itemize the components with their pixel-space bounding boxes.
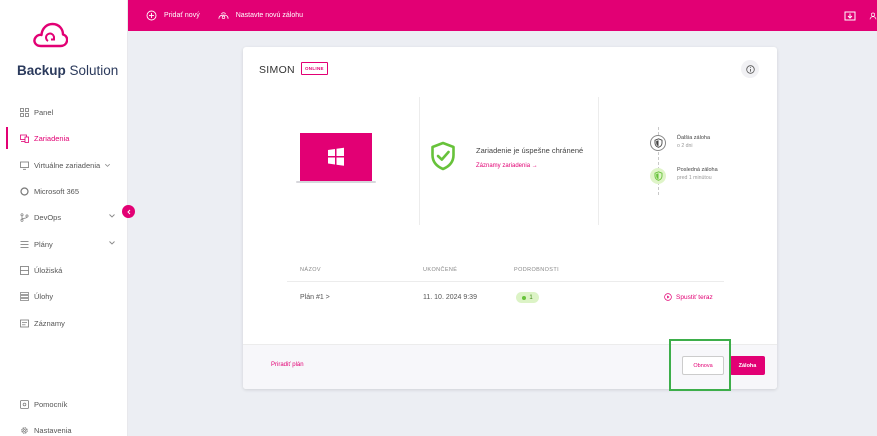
run-now-label: Spustiť teraz: [676, 293, 713, 301]
add-new-label: Pridať nový: [164, 12, 200, 19]
column-header-finished: UKONČENÉ: [423, 267, 458, 273]
sidebar-item-label: Plány: [34, 239, 53, 249]
sidebar-item-label: Úložiská: [34, 265, 63, 275]
next-backup-title: Ďalšia záloha: [677, 135, 711, 141]
sidebar-item-panel[interactable]: Panel: [0, 104, 128, 120]
plan-name-link[interactable]: Plán #1 >: [300, 294, 330, 301]
grid-icon: [20, 107, 29, 117]
help-icon: [20, 399, 29, 409]
sidebar-item-settings[interactable]: Nastavenia: [0, 422, 128, 436]
plan-finished-date: 11. 10. 2024 9:39: [423, 294, 477, 301]
card-footer: Priradiť plán Obnova Záloha: [243, 344, 777, 389]
column-header-name: NÁZOV: [300, 267, 321, 273]
device-records-link[interactable]: Záznamy zariadenia →: [476, 163, 538, 169]
windows-laptop-icon: [296, 133, 376, 183]
import-icon[interactable]: [843, 9, 857, 23]
records-icon: [20, 319, 29, 328]
branch-icon: [20, 212, 29, 222]
chevron-down-icon[interactable]: [104, 162, 111, 169]
sidebar-item-label: Záznamy: [34, 318, 65, 328]
sidebar-item-label: DevOps: [34, 212, 62, 222]
sidebar-item-virtual-devices[interactable]: Virtuálne zariadenia: [0, 157, 128, 173]
sidebar-item-plany[interactable]: Plány: [0, 236, 128, 252]
success-dot-icon: [522, 295, 527, 300]
success-count-badge: 1: [516, 292, 539, 303]
device-name: SIMON: [259, 64, 295, 76]
sidebar-item-help[interactable]: Pomocník: [0, 396, 128, 412]
backup-button[interactable]: Záloha: [730, 356, 765, 375]
info-icon[interactable]: [741, 60, 759, 78]
last-backup-title: Posledná záloha: [677, 167, 718, 173]
sidebar-item-devops[interactable]: DevOps: [0, 209, 128, 225]
chevron-left-icon: [126, 209, 130, 214]
storage-icon: [20, 265, 29, 275]
sidebar-collapse-button[interactable]: [122, 205, 135, 218]
chevron-down-icon[interactable]: [108, 239, 116, 247]
sidebar-item-label: Virtuálne zariadenia: [34, 160, 101, 170]
divider: [598, 97, 599, 225]
sidebar-item-label: Panel: [34, 107, 54, 117]
setup-backup-button[interactable]: Nastavte novú zálohu: [218, 10, 303, 21]
sidebar-item-label: Nastavenia: [34, 425, 72, 435]
sidebar-item-label: Pomocník: [34, 399, 68, 409]
microsoft-icon: [20, 186, 29, 196]
sidebar-item-label: Microsoft 365: [34, 186, 80, 196]
column-header-details: PODROBNOSTI: [514, 267, 560, 273]
gear-icon: [20, 426, 29, 435]
next-backup-shield-icon: [650, 135, 666, 151]
setup-backup-label: Nastavte novú zálohu: [235, 12, 304, 19]
devices-icon: [20, 134, 29, 143]
protection-status-text: Zariadenie je úspešne chránené: [476, 146, 584, 155]
success-count: 1: [529, 294, 533, 301]
last-backup-time: pred 1 minútou: [677, 175, 712, 181]
list-icon: [20, 240, 29, 249]
sidebar-item-storage[interactable]: Úložiská: [0, 262, 128, 278]
brand-name: Backup Solution: [17, 63, 119, 78]
plus-circle-icon: [146, 10, 157, 21]
restore-button[interactable]: Obnova: [682, 356, 724, 375]
sidebar: Backup Solution Panel Zariadenia Virtuál…: [0, 0, 128, 436]
divider: [419, 97, 420, 225]
add-new-button[interactable]: Pridať nový: [146, 10, 200, 21]
run-now-button[interactable]: Spustiť teraz: [664, 293, 713, 301]
assign-plan-link[interactable]: Priradiť plán: [271, 362, 304, 368]
shield-check-icon: [431, 141, 455, 171]
top-bar: Pridať nový Nastavte novú zálohu: [128, 0, 877, 31]
sidebar-item-tasks[interactable]: Úlohy: [0, 288, 128, 304]
sidebar-item-label: Zariadenia: [34, 133, 70, 143]
play-circle-icon: [664, 293, 672, 301]
device-card: SIMON ONLINE Zariadenie je úspešne chrán…: [243, 47, 777, 389]
sidebar-item-label: Úlohy: [34, 291, 54, 301]
chevron-down-icon[interactable]: [108, 212, 116, 220]
monitor-icon: [20, 161, 29, 170]
status-badge: ONLINE: [301, 62, 328, 75]
tasks-icon: [20, 291, 29, 301]
cloud-logo-icon: [33, 22, 68, 48]
user-icon[interactable]: [869, 9, 877, 23]
sidebar-item-records[interactable]: Záznamy: [0, 315, 128, 331]
table-divider: [287, 281, 724, 282]
wizard-icon: [218, 10, 229, 21]
sidebar-item-microsoft-365[interactable]: Microsoft 365: [0, 183, 128, 199]
last-backup-shield-icon: [650, 168, 666, 184]
sidebar-item-zariadenia[interactable]: Zariadenia: [0, 127, 128, 149]
next-backup-time: o 2 dni: [677, 143, 693, 149]
